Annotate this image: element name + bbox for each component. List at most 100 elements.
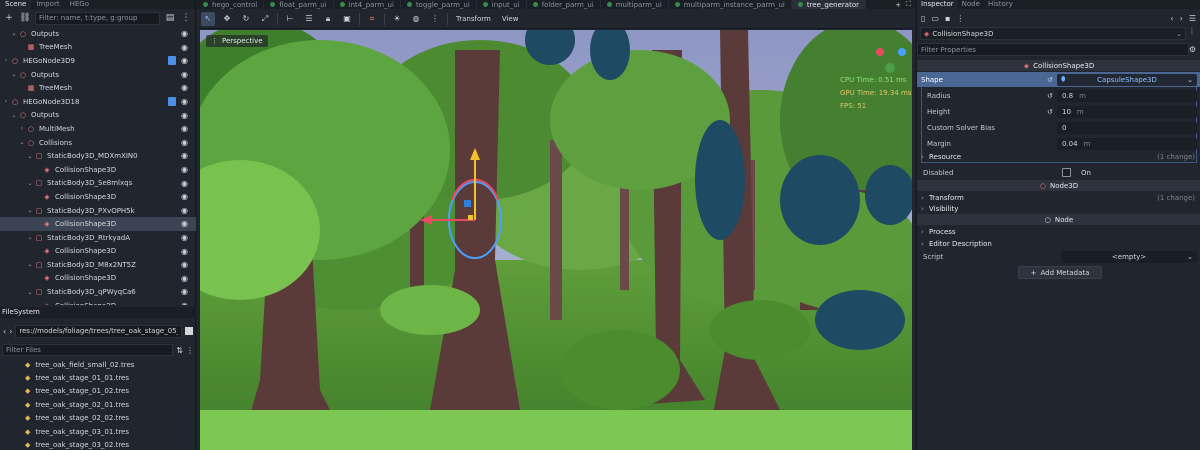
file-item[interactable]: ◆ tree_oak_stage_02_01.tres	[0, 398, 196, 411]
chevron-down-icon[interactable]: ⌄	[18, 139, 26, 146]
radius-spinbox[interactable]: 0.8 m	[1057, 89, 1197, 102]
tree-node[interactable]: › ○ HEGoNode3D9 ◉	[0, 54, 196, 68]
scene-tab[interactable]: multiparm_ui	[601, 0, 669, 9]
file-item[interactable]: ◆ tree_oak_stage_01_01.tres	[0, 371, 196, 384]
visibility-eye-icon[interactable]: ◉	[181, 151, 188, 160]
chevron-down-icon[interactable]: ⌄	[26, 153, 34, 160]
visibility-eye-icon[interactable]: ◉	[181, 56, 188, 65]
scene-tab[interactable]: toggle_parm_ui	[401, 0, 477, 9]
scene-tab[interactable]: input_ui	[477, 0, 527, 9]
tree-node[interactable]: › ○ MultiMesh ◉	[0, 122, 196, 136]
visibility-eye-icon[interactable]: ◉	[181, 206, 188, 215]
tree-node[interactable]: ◈ CollisionShape3D ◉	[0, 217, 196, 231]
visibility-eye-icon[interactable]: ◉	[181, 111, 188, 120]
tab-hego[interactable]: HEGo	[65, 0, 94, 9]
sun-preview-icon[interactable]: ☀	[390, 12, 404, 26]
menu-icon[interactable]: ⋮	[186, 346, 194, 355]
disabled-checkbox-field[interactable]: On	[1057, 167, 1197, 179]
filter-options-icon[interactable]: ⚙	[1189, 45, 1196, 54]
tree-node[interactable]: ⌄ ○ Collisions ◉	[0, 136, 196, 150]
revert-icon[interactable]: ↺	[1047, 92, 1057, 100]
chevron-right-icon[interactable]: ›	[18, 125, 26, 132]
more-icon[interactable]: ⋮	[428, 12, 442, 26]
chevron-down-icon[interactable]: ⌄	[10, 112, 18, 119]
revert-icon[interactable]: ↺	[1047, 108, 1057, 116]
tree-node[interactable]: ◈ CollisionShape3D ◉	[0, 163, 196, 177]
tree-node[interactable]: ⌄ ○ Outputs ◉	[0, 109, 196, 123]
file-item[interactable]: ◆ tree_oak_stage_03_01.tres	[0, 425, 196, 438]
tree-node[interactable]: ⌄ ▢ StaticBody3D_PXvOPH5k ◉	[0, 204, 196, 218]
visibility-eye-icon[interactable]: ◉	[181, 165, 188, 174]
tree-node[interactable]: ◈ CollisionShape3D ◉	[0, 190, 196, 204]
tree-node[interactable]: ⌄ ▢ StaticBody3D_M8x2NT5Z ◉	[0, 258, 196, 272]
chevron-down-icon[interactable]: ⌄	[26, 289, 34, 296]
ruler-icon[interactable]: ⊢	[283, 12, 297, 26]
tree-node[interactable]: ⌄ ▢ StaticBody3D_MDXmXIN0 ◉	[0, 149, 196, 163]
move-tool-icon[interactable]: ✥	[220, 12, 234, 26]
visibility-eye-icon[interactable]: ◉	[181, 70, 188, 79]
file-item[interactable]: ◆ tree_oak_stage_02_02.tres	[0, 412, 196, 425]
height-spinbox[interactable]: 10 m	[1057, 105, 1197, 118]
tab-node[interactable]: Node	[958, 0, 984, 9]
add-tab-icon[interactable]: +	[895, 1, 901, 9]
chevron-right-icon[interactable]: ›	[2, 98, 10, 105]
tree-node[interactable]: ◈ CollisionShape3D ◉	[0, 245, 196, 259]
perspective-menu[interactable]: ⋮ Perspective	[206, 35, 268, 47]
object-selector[interactable]: ◈ CollisionShape3D ⌄	[920, 27, 1186, 40]
scene-tab[interactable]: int4_parm_ui	[334, 0, 401, 9]
process-group[interactable]: › Process	[917, 226, 1200, 237]
snap-icon[interactable]: ⌗	[365, 12, 379, 26]
tree-node[interactable]: ⌄ ▢ StaticBody3D_Se8mlxqs ◉	[0, 177, 196, 191]
visibility-group[interactable]: › Visibility	[917, 203, 1200, 214]
tab-scene[interactable]: Scene	[0, 0, 32, 9]
sort-icon[interactable]: ⇅	[176, 346, 183, 355]
chevron-down-icon[interactable]: ⌄	[10, 30, 18, 37]
custom-solver-bias-spinbox[interactable]: 0	[1057, 121, 1197, 134]
tree-node[interactable]: › ○ HEGoNode3D18 ◉	[0, 95, 196, 109]
visibility-eye-icon[interactable]: ◉	[181, 83, 188, 92]
object-menu-icon[interactable]: ⋮	[1187, 27, 1197, 40]
view-menu[interactable]: View	[499, 15, 522, 23]
link-icon[interactable]: ⛓	[19, 12, 31, 24]
back-icon[interactable]: ‹	[3, 327, 6, 336]
chevron-down-icon[interactable]: ⌄	[26, 207, 34, 214]
visibility-eye-icon[interactable]: ◉	[181, 29, 188, 38]
chevron-down-icon[interactable]: ⌄	[26, 234, 34, 241]
resource-group[interactable]: › Resource (1 change)	[917, 151, 1200, 162]
visibility-eye-icon[interactable]: ◉	[181, 260, 188, 269]
chevron-down-icon[interactable]: ⌄	[26, 261, 34, 268]
add-node-icon[interactable]: +	[3, 12, 15, 24]
tree-node[interactable]: ⌄ ○ Outputs ◉	[0, 27, 196, 41]
menu-icon[interactable]: ⋮	[180, 12, 192, 24]
visibility-eye-icon[interactable]: ◉	[181, 287, 188, 296]
distraction-free-icon[interactable]: ⛶	[906, 0, 911, 9]
tab-import[interactable]: Import	[31, 0, 64, 9]
visibility-eye-icon[interactable]: ◉	[181, 124, 188, 133]
file-item[interactable]: ◆ tree_oak_stage_01_02.tres	[0, 385, 196, 398]
tab-inspector[interactable]: Inspector	[917, 0, 958, 9]
scene-tab[interactable]: float_parm_ui	[264, 0, 334, 9]
list-select-icon[interactable]: ☰	[302, 12, 316, 26]
editor-description-group[interactable]: › Editor Description	[917, 238, 1200, 249]
3d-viewport[interactable]: ⋮ Perspective CPU Time: 0.51 ms GPU Time…	[200, 30, 912, 450]
new-resource-icon[interactable]: ▯	[921, 14, 925, 23]
scene-tab[interactable]: multiparm_instance_parm_ui	[669, 0, 792, 9]
filter-files-input[interactable]	[2, 344, 174, 356]
visibility-eye-icon[interactable]: ◉	[181, 219, 188, 228]
add-metadata-button[interactable]: + Add Metadata	[1018, 266, 1102, 279]
filter-options-icon[interactable]: ▤	[164, 12, 176, 24]
visibility-eye-icon[interactable]: ◉	[181, 274, 188, 283]
disabled-checkbox[interactable]	[1062, 168, 1071, 177]
filter-properties-input[interactable]	[917, 43, 1189, 56]
rotate-tool-icon[interactable]: ↻	[239, 12, 253, 26]
visibility-eye-icon[interactable]: ◉	[181, 247, 188, 256]
scale-tool-icon[interactable]: ⤢	[258, 12, 272, 26]
visibility-eye-icon[interactable]: ◉	[181, 43, 188, 52]
chevron-down-icon[interactable]: ⌄	[26, 180, 34, 187]
scene-tab[interactable]: hego_control	[197, 0, 265, 9]
tree-node[interactable]: ▦ TreeMesh ◉	[0, 41, 196, 55]
tree-node[interactable]: ⌄ ▢ StaticBody3D_qPWyqCa6 ◉	[0, 285, 196, 299]
history-icon[interactable]: ☰	[1189, 14, 1196, 23]
visibility-eye-icon[interactable]: ◉	[181, 233, 188, 242]
shape-property[interactable]: Shape ↺ ⬮ CapsuleShape3D ⌄	[917, 72, 1200, 87]
